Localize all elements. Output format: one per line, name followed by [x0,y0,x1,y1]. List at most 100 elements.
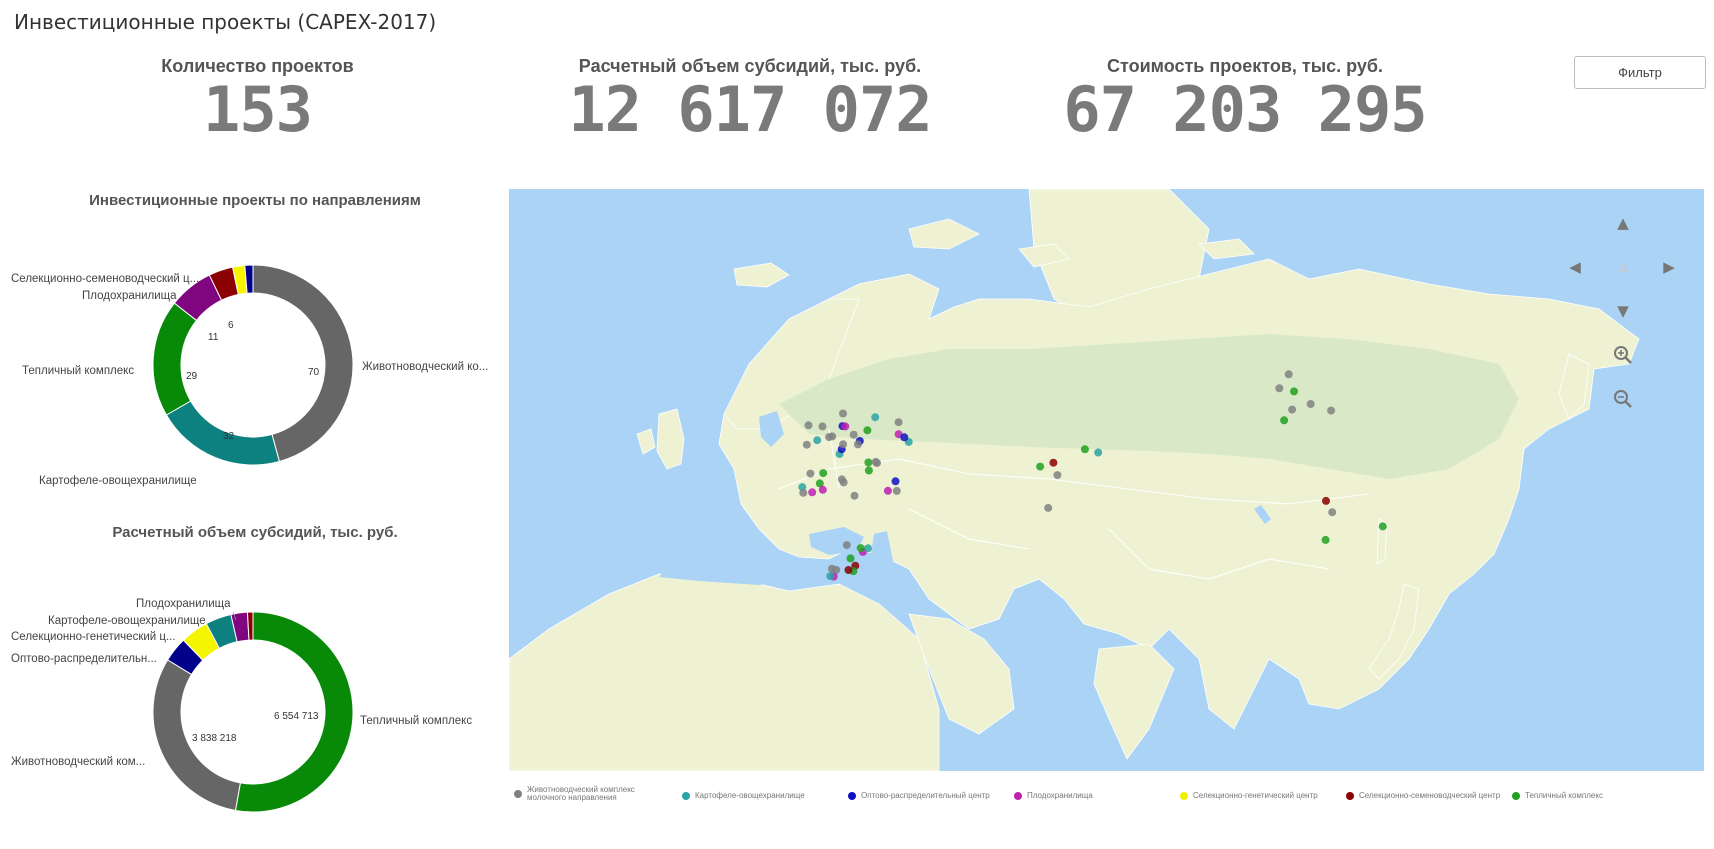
pan-up-icon[interactable]: ▲ [1610,210,1636,236]
kpi-project-count: Количество проектов 153 [140,56,375,142]
project-marker[interactable] [864,544,872,553]
project-marker[interactable] [1284,370,1293,379]
project-marker[interactable] [1327,406,1336,415]
pan-down-icon[interactable]: ▼ [1610,298,1636,324]
project-marker[interactable] [850,491,859,500]
legend-dot-icon [682,792,690,801]
projects-map[interactable] [509,189,1704,771]
legend-item[interactable]: Животноводческий комплекс молочного напр… [514,785,644,803]
project-marker[interactable] [813,436,822,445]
kpi-project-cost: Стоимость проектов, тыс. руб. 67 203 295 [1060,56,1430,142]
project-marker[interactable] [891,477,900,486]
legend-label: Животноводческий комплекс молочного напр… [527,785,635,803]
project-marker[interactable] [1053,471,1062,480]
project-marker[interactable] [799,488,808,497]
project-marker[interactable] [842,541,851,550]
project-marker[interactable] [841,422,850,431]
project-marker[interactable] [839,409,847,418]
project-marker[interactable] [846,554,855,563]
legend-item[interactable]: Селекционно-генетический центр [1180,791,1318,801]
map-canvas[interactable] [509,189,1704,771]
project-marker[interactable] [1044,503,1053,512]
legend-label: Тепличный комплекс [1525,791,1603,800]
legend-item[interactable]: Тепличный комплекс [1512,791,1603,801]
project-marker[interactable] [853,440,862,449]
kpi-value: 67 203 295 [1063,73,1427,146]
label-livestock: Животноводческий ком... [11,756,145,768]
project-marker[interactable] [1290,387,1298,396]
project-marker[interactable] [1036,462,1045,471]
app-title: Инвестиционные проекты (CAPEX-2017) [14,10,437,34]
project-marker[interactable] [818,422,827,431]
project-marker[interactable] [883,486,892,495]
project-marker[interactable] [819,469,828,478]
filter-button[interactable]: Фильтр [1574,56,1706,89]
project-marker[interactable] [818,485,827,494]
project-marker[interactable] [802,440,811,449]
legend-dot-icon [1014,792,1022,801]
pan-left-icon[interactable]: ◀ [1562,254,1588,280]
label-greenhouse: Тепличный комплекс [22,365,134,377]
label-greenhouse: Тепличный комплекс [360,715,472,727]
project-marker[interactable] [849,430,858,439]
kpi-value: 153 [203,73,313,146]
donut-slice[interactable] [152,302,198,416]
project-marker[interactable] [900,433,909,442]
donut-chart-subsidy[interactable]: Плодохранилища Картофеле-овощехранилище … [0,590,510,820]
project-marker[interactable] [892,486,901,495]
label-livestock: Животноводческий ко... [362,361,488,373]
legend-label: Плодохранилища [1027,791,1093,800]
project-marker[interactable] [871,457,880,466]
project-marker[interactable] [1280,416,1289,425]
value-greenhouse: 6 554 713 [274,711,319,722]
pan-right-icon[interactable]: ▶ [1656,254,1682,280]
project-marker[interactable] [1094,448,1103,457]
project-marker[interactable] [894,418,903,427]
project-marker[interactable] [864,466,873,475]
home-icon[interactable]: ⌂ [1610,254,1636,280]
label-fruit: Плодохранилища [82,290,177,302]
project-marker[interactable] [1080,445,1089,454]
project-marker[interactable] [856,544,865,553]
donut-chart-direction[interactable]: Животноводческий ко... Картофеле-овощехр… [0,262,510,492]
project-marker[interactable] [808,488,817,497]
legend-label: Оптово-распределительный центр [861,791,990,800]
legend-dot-icon [1180,792,1188,801]
project-marker[interactable] [839,440,848,449]
legend-label: Картофеле-овощехранилище [695,791,805,800]
legend-dot-icon [514,790,522,799]
project-marker[interactable] [864,458,873,467]
legend-label: Селекционно-генетический центр [1193,791,1318,800]
legend-dot-icon [848,792,856,801]
value-potato: 32 [223,431,235,442]
project-marker[interactable] [839,478,848,487]
project-marker[interactable] [1049,458,1058,467]
project-marker[interactable] [1306,400,1315,408]
legend-item[interactable]: Картофеле-овощехранилище [682,791,805,801]
zoom-in-icon[interactable] [1610,342,1636,368]
project-marker[interactable] [871,413,880,422]
project-marker[interactable] [1328,508,1337,517]
value-fruit: 11 [208,332,219,343]
project-marker[interactable] [826,572,835,581]
donut-slice[interactable] [246,611,254,641]
project-marker[interactable] [825,433,834,442]
project-marker[interactable] [1378,522,1387,531]
legend-label: Селекционно-семеноводческий центр [1359,791,1501,800]
label-fruit: Плодохранилища [136,598,231,610]
project-marker[interactable] [804,421,813,430]
project-marker[interactable] [844,566,853,574]
project-marker[interactable] [1275,384,1284,393]
legend-item[interactable]: Селекционно-семеноводческий центр [1346,791,1501,801]
kpi-subsidy-volume: Расчетный объем субсидий, тыс. руб. 12 6… [560,56,940,142]
project-marker[interactable] [1288,405,1297,414]
donut-slice[interactable] [252,264,354,463]
value-seed: 6 [228,320,234,331]
project-marker[interactable] [863,426,872,435]
project-marker[interactable] [1322,496,1330,505]
project-marker[interactable] [1321,535,1330,544]
zoom-out-icon[interactable] [1610,386,1636,412]
legend-item[interactable]: Оптово-распределительный центр [848,791,990,801]
project-marker[interactable] [806,469,815,478]
legend-item[interactable]: Плодохранилища [1014,791,1093,801]
